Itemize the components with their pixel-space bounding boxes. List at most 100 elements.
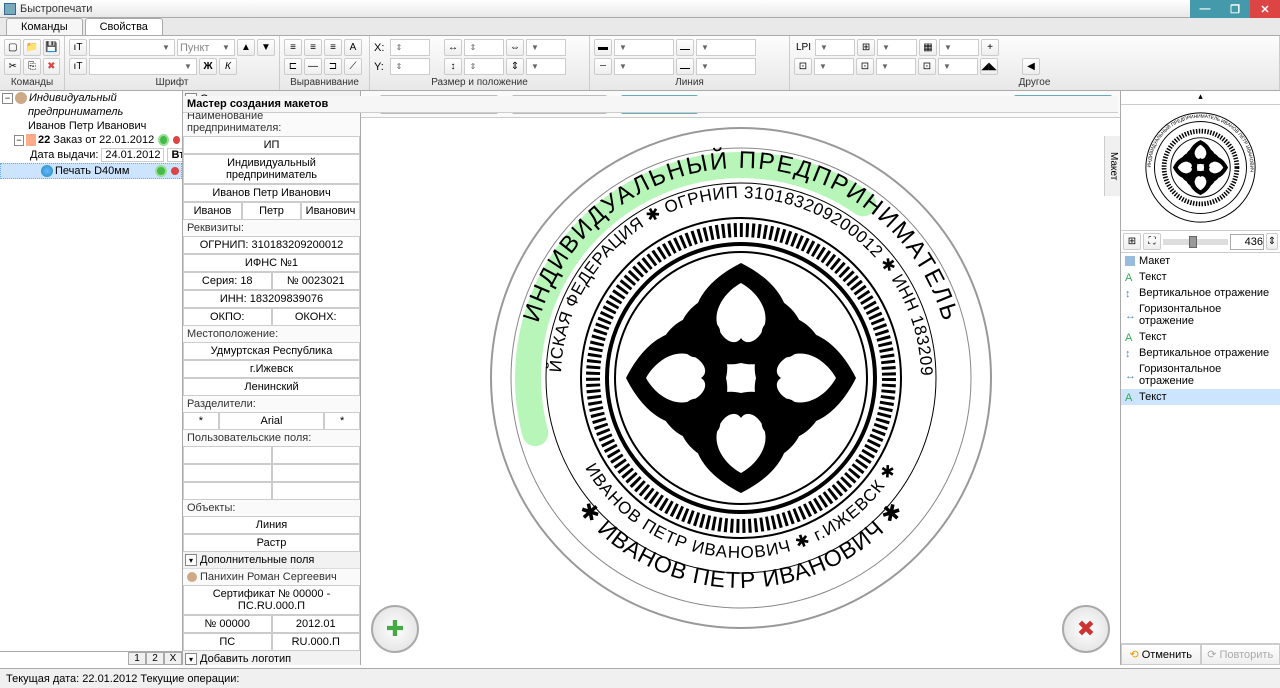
other-d-icon[interactable]: ⊡ — [856, 58, 874, 75]
align-text-icon[interactable]: A — [344, 39, 362, 56]
height-input[interactable]: ⇕ — [464, 58, 504, 75]
tool-save-icon[interactable]: 💾 — [43, 39, 60, 56]
uf2-field[interactable] — [272, 446, 361, 464]
uf1-field[interactable] — [183, 446, 272, 464]
height-icon[interactable]: ↕ — [444, 58, 462, 75]
line-weight-combo[interactable]: ▼ — [696, 39, 756, 56]
undo-button[interactable]: ⟲Отменить — [1121, 644, 1201, 665]
layer-row[interactable]: AТекст — [1121, 329, 1280, 345]
font-style-combo[interactable]: ▼ — [89, 58, 197, 75]
lpi-combo[interactable]: ▼ — [815, 39, 855, 56]
preview-thumbnail[interactable]: ИНДИВИДУАЛЬНЫЙ ПРЕДПРИНИМАТЕЛЬ ИВАНОВ ПЕ… — [1121, 105, 1280, 231]
tool-delete-icon[interactable]: ✖ — [43, 58, 60, 75]
zoom-mode-icon[interactable]: ⊞ — [1123, 233, 1141, 250]
other-a-icon[interactable]: ⊞ — [857, 39, 875, 56]
maximize-button[interactable]: ❐ — [1220, 0, 1250, 18]
uf6-field[interactable] — [272, 482, 361, 500]
font-inc-icon[interactable]: ▲ — [237, 39, 255, 56]
layer-row[interactable]: AТекст — [1121, 389, 1280, 405]
remove-person-icon[interactable]: ✖ — [1062, 605, 1110, 653]
pos-x-input[interactable]: ⇕ — [390, 39, 430, 56]
cert-ps-field[interactable]: ПС — [183, 633, 272, 651]
ip-fio-field[interactable]: Иванов Петр Иванович — [183, 184, 360, 202]
layer-row[interactable]: ↔Горизонтальное отражение — [1121, 361, 1280, 389]
mn-field[interactable]: Петр — [242, 202, 301, 220]
sep-font-field[interactable]: Arial — [219, 412, 324, 430]
line-w-icon[interactable]: ⎼ — [676, 39, 694, 56]
collapse-icon[interactable]: ▾ — [185, 554, 197, 566]
city-field[interactable]: г.Ижевск — [183, 360, 360, 378]
inn-field[interactable]: ИНН: 183209839076 — [183, 290, 360, 308]
line-dash-combo[interactable]: ▼ — [614, 58, 674, 75]
vspacing-icon[interactable]: ⇕ — [506, 58, 524, 75]
align-center-icon[interactable]: ≡ — [304, 39, 322, 56]
zoom-fit-icon[interactable]: ⛶ — [1143, 233, 1161, 250]
font-text2-icon[interactable]: ıT — [69, 58, 87, 75]
tool-new-icon[interactable]: ▢ — [4, 39, 21, 56]
border-x-icon[interactable]: ⟋ — [344, 58, 362, 75]
ip-full-field[interactable]: Индивидуальный предприниматель — [183, 154, 360, 184]
cert-field[interactable]: Сертификат № 00000 - ПС.RU.000.П — [183, 585, 360, 615]
obj-line-field[interactable]: Линия — [183, 516, 360, 534]
flip-h-icon[interactable]: ◢◣ — [980, 58, 998, 75]
other-b-icon[interactable]: ▦ — [919, 39, 937, 56]
layer-row[interactable]: ↕Вертикальное отражение — [1121, 285, 1280, 301]
align-right-icon[interactable]: ≡ — [324, 39, 342, 56]
cert-year-field[interactable]: 2012.01 — [272, 615, 361, 633]
collapse-icon[interactable]: ▾ — [185, 653, 197, 665]
sidebar-maket-tab[interactable]: Макет — [1104, 136, 1120, 196]
layer-row[interactable]: AТекст — [1121, 269, 1280, 285]
other-a-combo[interactable]: ▼ — [877, 39, 917, 56]
footer-tab-1[interactable]: 1 — [128, 652, 146, 665]
okpo-field[interactable]: ОКПО: — [183, 308, 272, 326]
italic-button[interactable]: К — [219, 58, 237, 75]
uf5-field[interactable] — [183, 482, 272, 500]
other-b-combo[interactable]: ▼ — [939, 39, 979, 56]
add-person-icon[interactable]: ✚ — [371, 605, 419, 653]
close-button[interactable]: ✕ — [1250, 0, 1280, 18]
other-d-combo[interactable]: ▼ — [876, 58, 916, 75]
width-input[interactable]: ⇕ — [464, 39, 504, 56]
other-e-icon[interactable]: ⊡ — [918, 58, 936, 75]
properties-list[interactable]: ▾Основные поля Наименование предпринимат… — [183, 91, 360, 665]
tab-commands[interactable]: Команды — [6, 18, 83, 35]
flip-v-icon[interactable]: ◀ — [1022, 58, 1040, 75]
width-icon[interactable]: ↔ — [444, 39, 462, 56]
line-solid-icon[interactable]: ▬ — [594, 39, 612, 56]
zoom-spin-icon[interactable]: ⇕ — [1266, 233, 1278, 250]
okonx-field[interactable]: ОКОНХ: — [272, 308, 361, 326]
project-tree[interactable]: −Индивидуальный предприниматель Иванов П… — [0, 91, 182, 651]
layer-row[interactable]: Макет — [1121, 253, 1280, 269]
line-w2-icon[interactable]: ⎼ — [676, 58, 694, 75]
ip-short-field[interactable]: ИП — [183, 136, 360, 154]
tree-expand-icon[interactable]: − — [2, 93, 13, 104]
line-weight2-combo[interactable]: ▼ — [696, 58, 756, 75]
issue-date-field[interactable]: 24.01.2012 — [101, 148, 164, 162]
sep2-field[interactable]: * — [324, 412, 360, 430]
bold-button[interactable]: Ж — [199, 58, 217, 75]
cert-num-field[interactable]: № 00000 — [183, 615, 272, 633]
stamp-preview[interactable]: ИНДИВИДУАЛЬНЫЙ ПРЕДПРИНИМАТЕЛЬ ✱ ИВАНОВ … — [486, 123, 996, 633]
line-style-combo[interactable]: ▼ — [614, 39, 674, 56]
minimize-button[interactable]: — — [1190, 0, 1220, 18]
district-field[interactable]: Ленинский — [183, 378, 360, 396]
canvas-area[interactable]: Мастер создания макетов Мастер создания … — [361, 91, 1120, 665]
region-field[interactable]: Удмуртская Республика — [183, 342, 360, 360]
sep1-field[interactable]: * — [183, 412, 219, 430]
tab-properties[interactable]: Свойства — [85, 18, 163, 35]
font-text-icon[interactable]: ıT — [69, 39, 87, 56]
font-family-combo[interactable]: ▼ — [89, 39, 175, 56]
zoom-input[interactable] — [1230, 234, 1264, 250]
scroll-up-icon[interactable]: ▴ — [1198, 91, 1203, 104]
ifns-field[interactable]: ИФНС №1 — [183, 254, 360, 272]
fn-field[interactable]: Иванов — [183, 202, 242, 220]
other-c-combo[interactable]: ▼ — [814, 58, 854, 75]
add-icon[interactable]: + — [981, 39, 999, 56]
tool-copy-icon[interactable]: ⎘ — [23, 58, 40, 75]
num-field[interactable]: № 0023021 — [272, 272, 361, 290]
uf3-field[interactable] — [183, 464, 272, 482]
redo-button[interactable]: ⟳Повторить — [1201, 644, 1280, 665]
tree-stamp-item[interactable]: Печать D40мм — [0, 163, 182, 179]
border-l-icon[interactable]: ⊏ — [284, 58, 302, 75]
font-dec-icon[interactable]: ▼ — [257, 39, 275, 56]
